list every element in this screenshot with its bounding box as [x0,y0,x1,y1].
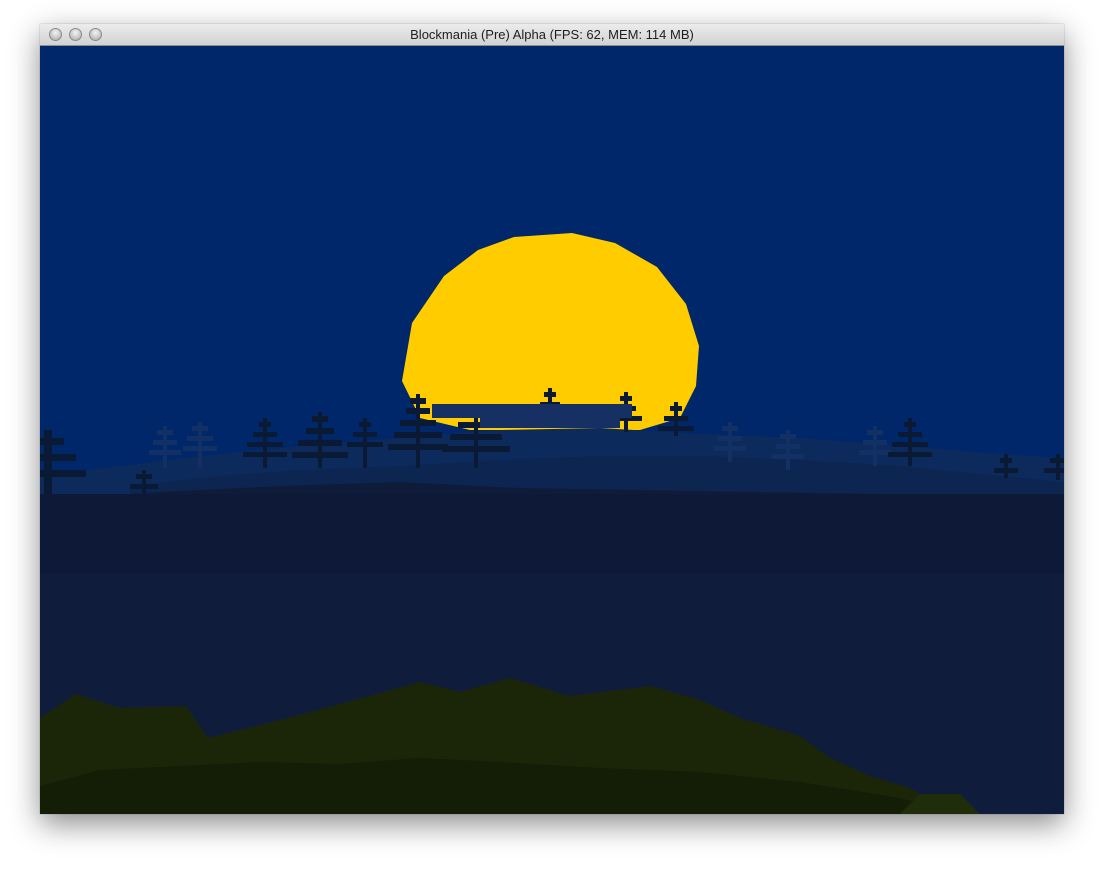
title-bar[interactable]: Blockmania (Pre) Alpha (FPS: 62, MEM: 11… [40,24,1064,46]
game-scene [40,46,1064,814]
window-title: Blockmania (Pre) Alpha (FPS: 62, MEM: 11… [410,27,694,42]
game-window: Blockmania (Pre) Alpha (FPS: 62, MEM: 11… [40,24,1064,814]
game-viewport[interactable] [40,46,1064,814]
water-shading [40,494,1064,574]
